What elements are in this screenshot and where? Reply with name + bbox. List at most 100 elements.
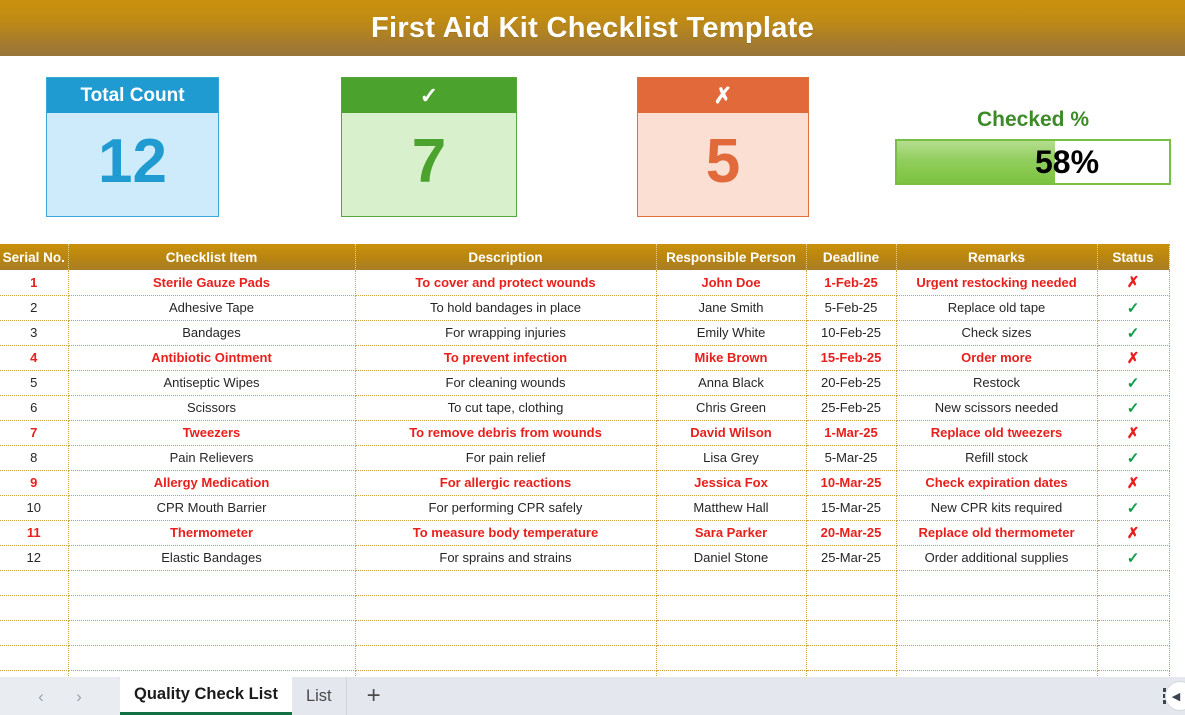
cell-deadline[interactable]: 10-Feb-25: [806, 320, 897, 346]
cell-serial-no[interactable]: 4: [0, 345, 69, 371]
cell-remarks[interactable]: Restock: [896, 370, 1098, 396]
cell-checklist-item[interactable]: Sterile Gauze Pads: [68, 270, 356, 296]
prev-sheet-icon[interactable]: ‹: [38, 688, 44, 705]
cell-checklist-item[interactable]: Bandages: [68, 320, 356, 346]
cell-deadline[interactable]: 20-Mar-25: [806, 520, 897, 546]
cell-empty[interactable]: [68, 620, 356, 646]
cell-serial-no[interactable]: 6: [0, 395, 69, 421]
cell-deadline[interactable]: 25-Feb-25: [806, 395, 897, 421]
cell-remarks[interactable]: Replace old tape: [896, 295, 1098, 321]
cell-deadline[interactable]: 5-Mar-25: [806, 445, 897, 471]
cell-description[interactable]: For performing CPR safely: [355, 495, 657, 521]
cell-status[interactable]: ✗: [1097, 520, 1170, 546]
cell-empty[interactable]: [68, 595, 356, 621]
cell-empty[interactable]: [0, 570, 69, 596]
cell-empty[interactable]: [656, 595, 807, 621]
cell-serial-no[interactable]: 1: [0, 270, 69, 296]
cell-description[interactable]: To prevent infection: [355, 345, 657, 371]
cell-remarks[interactable]: Urgent restocking needed: [896, 270, 1098, 296]
cell-responsible-person[interactable]: Lisa Grey: [656, 445, 807, 471]
cell-description[interactable]: For allergic reactions: [355, 470, 657, 496]
cell-checklist-item[interactable]: Pain Relievers: [68, 445, 356, 471]
cell-serial-no[interactable]: 10: [0, 495, 69, 521]
cell-responsible-person[interactable]: Sara Parker: [656, 520, 807, 546]
cell-deadline[interactable]: 15-Mar-25: [806, 495, 897, 521]
cell-empty[interactable]: [0, 645, 69, 671]
cell-responsible-person[interactable]: Anna Black: [656, 370, 807, 396]
cell-empty[interactable]: [806, 620, 897, 646]
cell-deadline[interactable]: 25-Mar-25: [806, 545, 897, 571]
cell-responsible-person[interactable]: Emily White: [656, 320, 807, 346]
cell-empty[interactable]: [355, 645, 657, 671]
cell-responsible-person[interactable]: Matthew Hall: [656, 495, 807, 521]
cell-deadline[interactable]: 1-Mar-25: [806, 420, 897, 446]
column-header-description[interactable]: Description: [355, 244, 657, 270]
cell-serial-no[interactable]: 12: [0, 545, 69, 571]
cell-description[interactable]: For sprains and strains: [355, 545, 657, 571]
cell-description[interactable]: To cover and protect wounds: [355, 270, 657, 296]
cell-description[interactable]: To hold bandages in place: [355, 295, 657, 321]
cell-checklist-item[interactable]: Elastic Bandages: [68, 545, 356, 571]
cell-empty[interactable]: [1097, 570, 1170, 596]
cell-responsible-person[interactable]: Chris Green: [656, 395, 807, 421]
cell-empty[interactable]: [1097, 645, 1170, 671]
cell-deadline[interactable]: 1-Feb-25: [806, 270, 897, 296]
cell-remarks[interactable]: Order additional supplies: [896, 545, 1098, 571]
cell-empty[interactable]: [68, 570, 356, 596]
cell-serial-no[interactable]: 7: [0, 420, 69, 446]
cell-empty[interactable]: [656, 645, 807, 671]
cell-empty[interactable]: [1097, 620, 1170, 646]
sheet-tab-list[interactable]: List: [292, 677, 347, 715]
cell-empty[interactable]: [355, 595, 657, 621]
cell-checklist-item[interactable]: Scissors: [68, 395, 356, 421]
cell-remarks[interactable]: Replace old thermometer: [896, 520, 1098, 546]
cell-empty[interactable]: [656, 620, 807, 646]
cell-remarks[interactable]: Order more: [896, 345, 1098, 371]
cell-status[interactable]: ✓: [1097, 295, 1170, 321]
cell-responsible-person[interactable]: John Doe: [656, 270, 807, 296]
cell-empty[interactable]: [355, 570, 657, 596]
cell-status[interactable]: ✗: [1097, 345, 1170, 371]
cell-responsible-person[interactable]: Mike Brown: [656, 345, 807, 371]
cell-serial-no[interactable]: 5: [0, 370, 69, 396]
column-header-checklist-item[interactable]: Checklist Item: [68, 244, 356, 270]
cell-empty[interactable]: [896, 595, 1098, 621]
column-header-serial-no[interactable]: Serial No.: [0, 244, 69, 270]
cell-empty[interactable]: [355, 620, 657, 646]
cell-remarks[interactable]: Check expiration dates: [896, 470, 1098, 496]
cell-deadline[interactable]: 10-Mar-25: [806, 470, 897, 496]
cell-remarks[interactable]: Refill stock: [896, 445, 1098, 471]
cell-status[interactable]: ✓: [1097, 495, 1170, 521]
column-header-deadline[interactable]: Deadline: [806, 244, 897, 270]
cell-status[interactable]: ✓: [1097, 545, 1170, 571]
cell-status[interactable]: ✗: [1097, 470, 1170, 496]
column-header-status[interactable]: Status: [1097, 244, 1170, 270]
cell-empty[interactable]: [1097, 595, 1170, 621]
cell-remarks[interactable]: Replace old tweezers: [896, 420, 1098, 446]
cell-responsible-person[interactable]: Daniel Stone: [656, 545, 807, 571]
column-header-remarks[interactable]: Remarks: [896, 244, 1098, 270]
cell-serial-no[interactable]: 8: [0, 445, 69, 471]
cell-status[interactable]: ✓: [1097, 445, 1170, 471]
cell-responsible-person[interactable]: Jessica Fox: [656, 470, 807, 496]
cell-empty[interactable]: [656, 570, 807, 596]
cell-description[interactable]: For pain relief: [355, 445, 657, 471]
cell-description[interactable]: To remove debris from wounds: [355, 420, 657, 446]
cell-responsible-person[interactable]: David Wilson: [656, 420, 807, 446]
cell-remarks[interactable]: Check sizes: [896, 320, 1098, 346]
cell-checklist-item[interactable]: Tweezers: [68, 420, 356, 446]
cell-empty[interactable]: [806, 645, 897, 671]
cell-deadline[interactable]: 15-Feb-25: [806, 345, 897, 371]
cell-serial-no[interactable]: 2: [0, 295, 69, 321]
cell-deadline[interactable]: 5-Feb-25: [806, 295, 897, 321]
next-sheet-icon[interactable]: ›: [76, 688, 82, 705]
cell-status[interactable]: ✓: [1097, 370, 1170, 396]
cell-empty[interactable]: [896, 570, 1098, 596]
cell-deadline[interactable]: 20-Feb-25: [806, 370, 897, 396]
column-header-responsible-person[interactable]: Responsible Person: [656, 244, 807, 270]
cell-empty[interactable]: [896, 645, 1098, 671]
cell-remarks[interactable]: New CPR kits required: [896, 495, 1098, 521]
cell-empty[interactable]: [0, 620, 69, 646]
cell-status[interactable]: ✓: [1097, 320, 1170, 346]
cell-checklist-item[interactable]: Thermometer: [68, 520, 356, 546]
